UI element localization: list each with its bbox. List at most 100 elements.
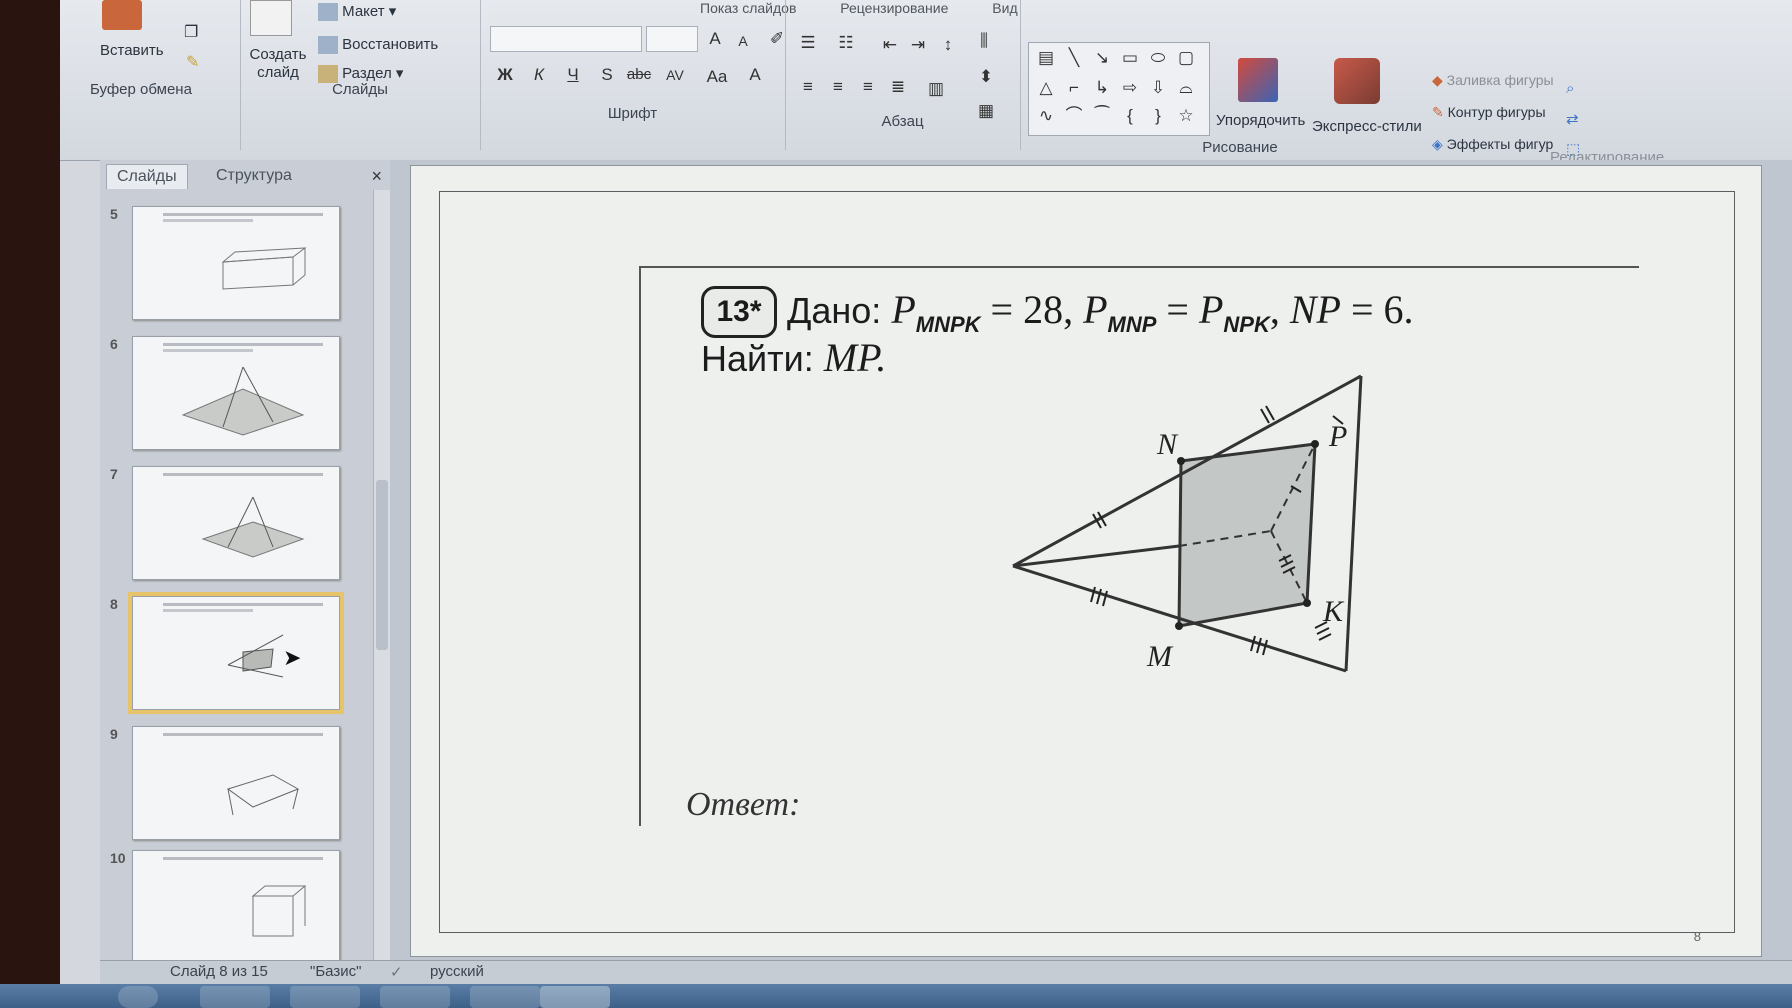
decrease-indent-icon[interactable]: ⇤ [877, 34, 903, 56]
oval-shape-icon[interactable]: ⬭ [1145, 47, 1171, 69]
format-painter-icon[interactable]: ✎ [186, 52, 199, 72]
slide-info: Слайд 8 из 15 [170, 963, 268, 980]
bullets-icon[interactable]: ☰ [795, 32, 821, 54]
close-icon[interactable]: × [371, 166, 382, 187]
app-taskbar-icon[interactable] [470, 986, 540, 1008]
italic-button[interactable]: К [526, 64, 552, 86]
slide-canvas: 13* Дано: PMNPK = 28, PMNP = PNPK, NP = … [390, 160, 1792, 960]
numbering-icon[interactable]: ☷ [833, 32, 859, 54]
increase-indent-icon[interactable]: ⇥ [905, 34, 931, 56]
triangle-shape-icon[interactable]: △ [1033, 77, 1059, 99]
grow-font-icon[interactable]: A [702, 28, 728, 50]
slide[interactable]: 13* Дано: PMNPK = 28, PMNP = PNPK, NP = … [410, 165, 1762, 957]
thumb-number: 6 [110, 336, 118, 352]
pyramid-figure-thumb [227, 634, 284, 678]
shape-outline-button[interactable]: ✎ Контур фигуры [1432, 104, 1546, 121]
elbow-connector-icon[interactable]: ⌐ [1061, 77, 1087, 99]
shrink-font-icon[interactable]: A [730, 30, 756, 52]
down-arrow-shape-icon[interactable]: ⇩ [1145, 77, 1171, 99]
line-shape-icon[interactable]: ╲ [1061, 47, 1087, 69]
start-button[interactable] [118, 986, 158, 1008]
font-group: A A ✐ Ж К Ч S abc AV Aa A Шрифт [480, 0, 786, 150]
strikethrough-button[interactable]: abc [622, 64, 656, 86]
copy-icon[interactable]: ❐ [184, 22, 198, 42]
media-taskbar-icon[interactable] [290, 986, 360, 1008]
font-color-button[interactable]: A [742, 64, 768, 86]
chrome-taskbar-icon[interactable] [380, 986, 450, 1008]
thumb-number: 5 [110, 206, 118, 222]
paint-bucket-icon: ◆ [1432, 72, 1443, 88]
change-case-button[interactable]: Aa [702, 66, 732, 88]
shapes-gallery[interactable]: ▤ ╲ ↘ ▭ ⬭ ▢ △ ⌐ ↳ ⇨ ⇩ ⌓ ∿ ⌒ ⁀ { } ☆ [1028, 42, 1210, 136]
curve-shape-icon[interactable]: ∿ [1033, 105, 1059, 127]
tab-outline[interactable]: Структура [206, 164, 302, 188]
font-size-combo[interactable] [646, 26, 698, 52]
elbow-arrow-icon[interactable]: ↳ [1089, 77, 1115, 99]
powerpoint-taskbar-icon[interactable] [540, 986, 610, 1008]
task-frame-left [639, 266, 641, 826]
arrange-button[interactable]: Упорядочить [1216, 112, 1305, 129]
scrollbar-thumb[interactable] [376, 480, 388, 650]
panel-scrollbar[interactable] [373, 190, 390, 960]
align-right-icon[interactable]: ≡ [855, 76, 881, 98]
arrow-line-shape-icon[interactable]: ↘ [1089, 47, 1115, 69]
left-brace-icon[interactable]: { [1117, 105, 1143, 127]
status-bar: Слайд 8 из 15 "Базис" ✓ русский [100, 960, 1792, 985]
slide-thumbnail-selected[interactable]: ➤ [128, 592, 344, 714]
wave-shape-icon[interactable]: ⁀ [1089, 105, 1115, 127]
drawing-group-label: Рисование [1202, 139, 1278, 156]
paragraph-group: ☰ ☷ ⇤ ⇥ ↕ ⫼ ≡ ≡ ≡ ≣ ▥ ⬍ ▦ Абзац [785, 0, 1021, 150]
slide-thumbnail[interactable] [132, 336, 340, 450]
slide-thumbnail[interactable] [132, 726, 340, 840]
text-direction-icon[interactable]: ⬍ [973, 66, 999, 88]
new-slide-button[interactable]: Создать слайд [248, 46, 308, 82]
slide-thumbnail[interactable] [132, 850, 340, 964]
find-icon[interactable]: ⌕ [1566, 80, 1574, 97]
tab-slides[interactable]: Слайды [106, 164, 188, 189]
shadow-button[interactable]: S [594, 64, 620, 86]
restore-button[interactable]: Восстановить [318, 36, 438, 55]
quick-styles-button[interactable]: Экспресс-стили [1312, 118, 1422, 135]
justify-icon[interactable]: ≣ [885, 76, 911, 98]
language-indicator[interactable]: русский [430, 963, 484, 980]
font-name-combo[interactable] [490, 26, 642, 52]
prism-figure-thumb [226, 774, 300, 816]
shape-outline-label: Контур фигуры [1447, 104, 1546, 120]
star-shape-icon[interactable]: ☆ [1173, 105, 1199, 127]
layout-button[interactable]: Макет ▾ [318, 2, 396, 22]
arc-shape-icon[interactable]: ⌒ [1061, 105, 1087, 127]
right-arrow-shape-icon[interactable]: ⇨ [1117, 77, 1143, 99]
textbox-shape-icon[interactable]: ▤ [1033, 47, 1059, 69]
theme-name[interactable]: "Базис" [310, 963, 361, 980]
slide-thumbnail[interactable] [132, 466, 340, 580]
plane-figure-thumb [181, 366, 305, 436]
explorer-taskbar-icon[interactable] [200, 986, 270, 1008]
line-spacing-icon[interactable]: ↕ [935, 34, 961, 56]
spellcheck-icon[interactable]: ✓ [390, 963, 403, 981]
align-center-icon[interactable]: ≡ [825, 76, 851, 98]
panel-tabs: Слайды Структура × [100, 160, 390, 190]
monitor-screen: Показ слайдов Рецензирование Вид Вставит… [60, 0, 1792, 1008]
slide-thumbnail[interactable] [132, 206, 340, 320]
char-spacing-button[interactable]: AV [660, 64, 690, 86]
slides-panel: Слайды Структура × 5 6 7 8 ➤ 9 10 [100, 160, 391, 964]
paragraph-group-label: Абзац [881, 113, 924, 130]
align-left-icon[interactable]: ≡ [795, 76, 821, 98]
flowchart-shape-icon[interactable]: ⌓ [1173, 77, 1199, 99]
shape-fill-button[interactable]: ◆ Заливка фигуры [1432, 72, 1554, 89]
paste-icon [102, 0, 142, 30]
column-icon[interactable]: ▥ [923, 78, 949, 100]
replace-icon[interactable]: ⇄ [1566, 110, 1579, 128]
restore-icon [318, 36, 338, 55]
quick-styles-icon [1334, 58, 1380, 104]
rounded-rect-shape-icon[interactable]: ▢ [1173, 47, 1199, 69]
underline-button[interactable]: Ч [560, 64, 586, 86]
edge-MN [1177, 460, 1183, 627]
editing-group: ⌕ ⇄ ⬚ Редактирование [1540, 0, 1792, 166]
pencil-icon: ✎ [1432, 104, 1444, 120]
rectangle-shape-icon[interactable]: ▭ [1117, 47, 1143, 69]
right-brace-icon[interactable]: } [1145, 105, 1171, 127]
paste-button[interactable]: Вставить [100, 42, 164, 59]
columns-icon[interactable]: ⫼ [971, 30, 997, 52]
bold-button[interactable]: Ж [492, 64, 518, 86]
